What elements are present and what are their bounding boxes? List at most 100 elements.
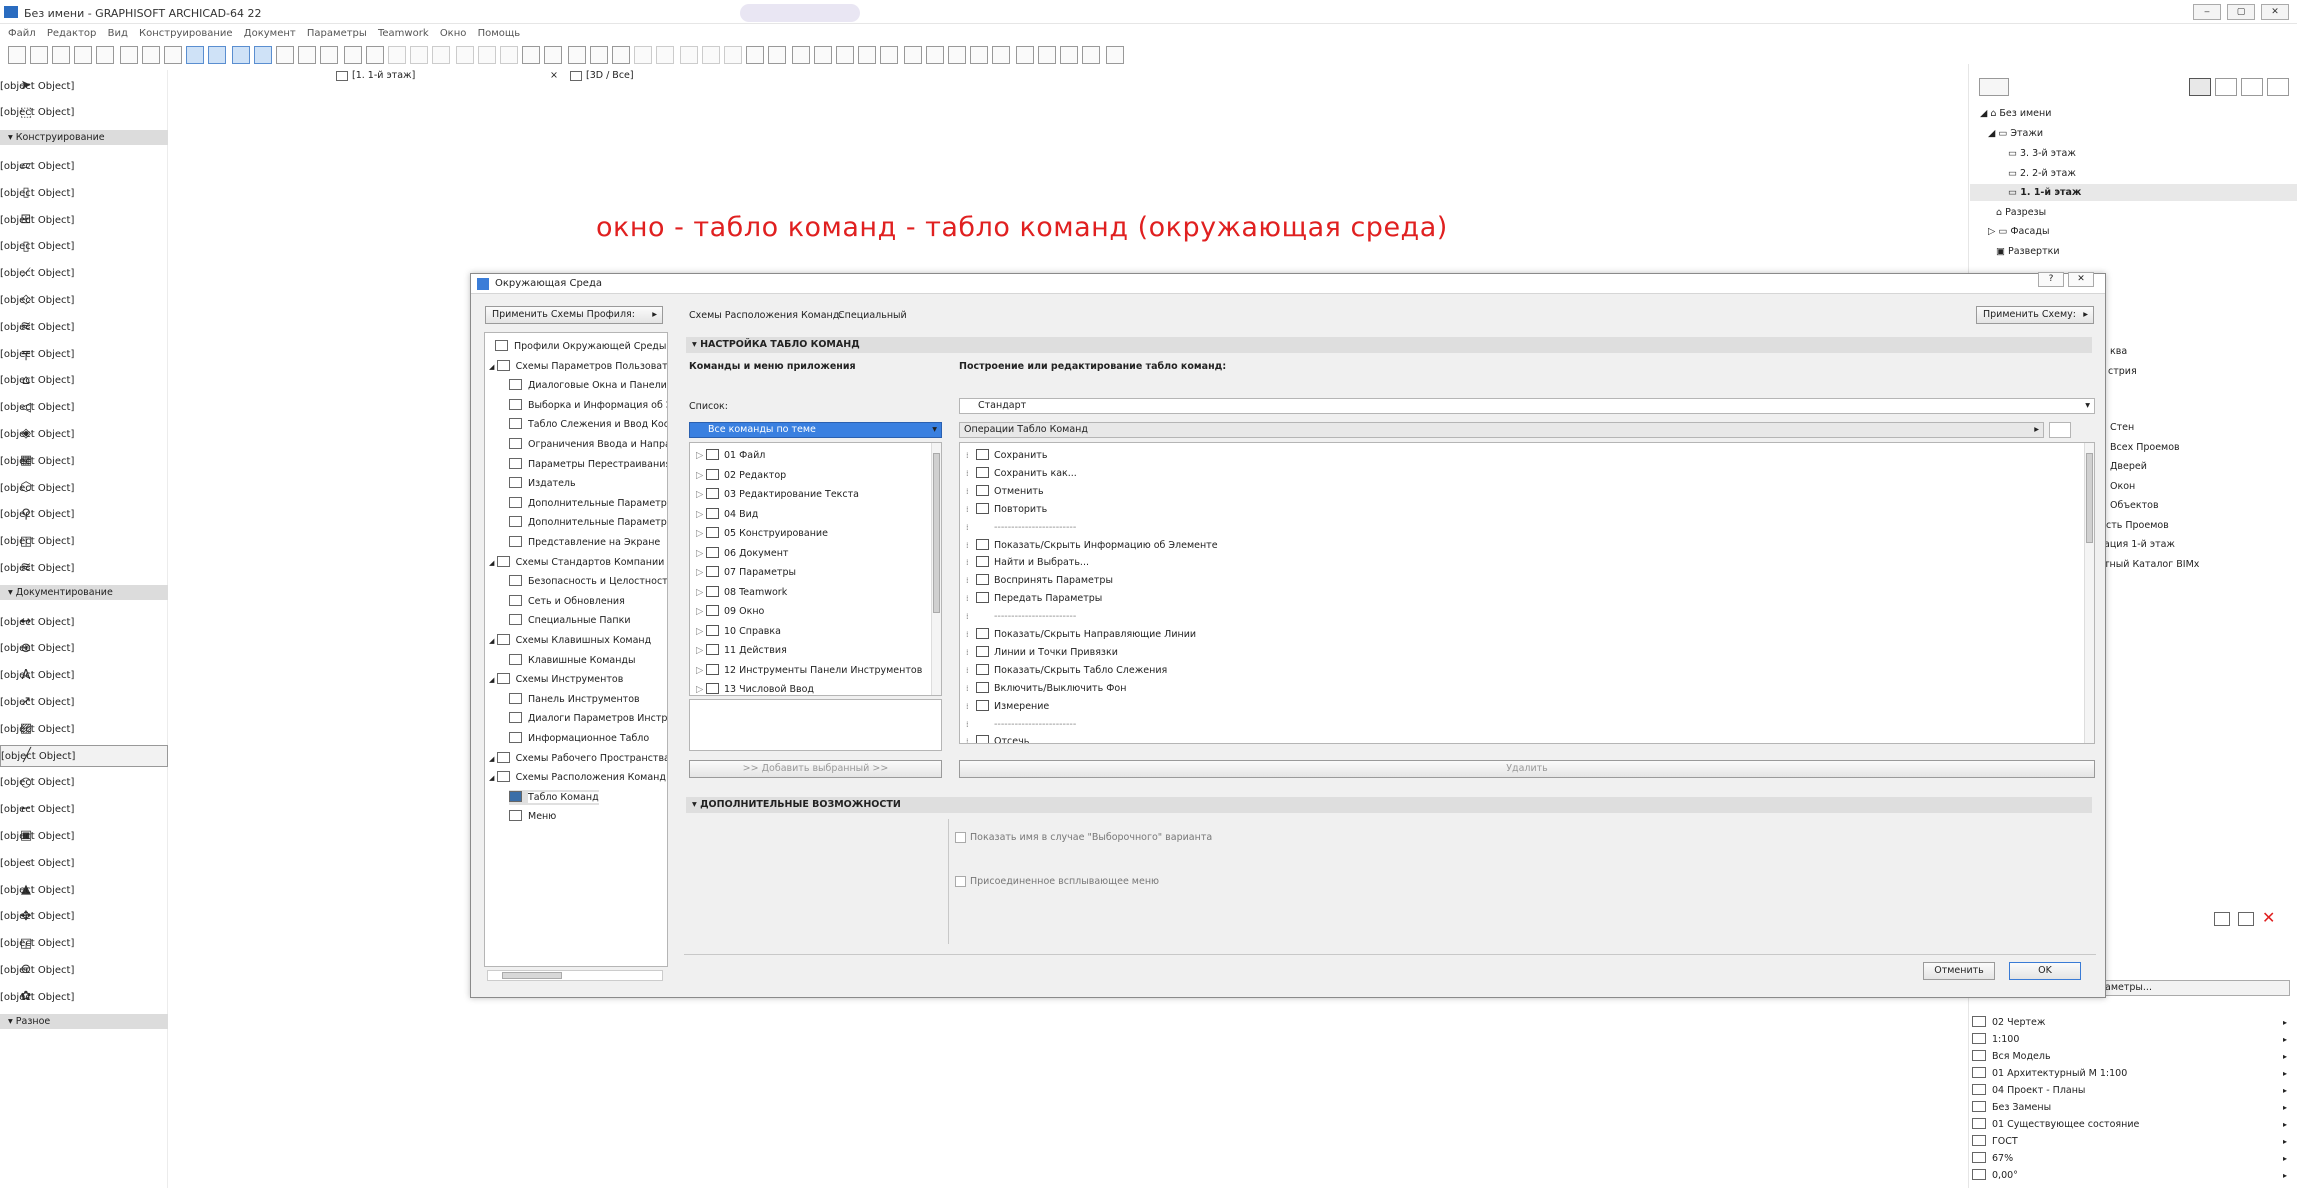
tree-item[interactable]: Безопасность и Целостность Данных [509, 574, 667, 589]
tree-item[interactable]: Выборка и Информация об Элементе [509, 398, 667, 413]
tree-item[interactable]: Ограничения Ввода и Направляющие [509, 437, 667, 452]
tool-shell[interactable]: ◁ [object Object] [0, 397, 168, 419]
tool-object[interactable]: ⚲ [object Object] [0, 504, 168, 526]
toolbar-button-icon[interactable] [30, 46, 48, 64]
toolbar-button-icon[interactable] [926, 46, 944, 64]
view-property-item[interactable]: 04 Проект - Планы ▸ [1972, 1083, 2287, 1099]
maximize-button[interactable]: ▢ [2227, 4, 2255, 20]
toolbar-button-icon[interactable] [904, 46, 922, 64]
tree-item[interactable]: ◢ Схемы Параметров Пользователя [489, 359, 667, 374]
new-toolbar-icon[interactable] [2049, 422, 2071, 438]
tree-item[interactable]: Диалоги Параметров Инструментов [509, 711, 667, 726]
tool-stair[interactable]: ≋ [object Object] [0, 316, 168, 338]
dialog-close-button[interactable]: ✕ [2068, 272, 2094, 287]
tool-dimension[interactable]: ↔ [object Object] [0, 611, 168, 633]
toolbar-button-icon[interactable] [992, 46, 1010, 64]
commands-scrollbar[interactable] [931, 443, 941, 695]
publisher-sets-icon[interactable] [2267, 78, 2289, 96]
toolbar-button-icon[interactable] [410, 46, 428, 64]
toolbar-item[interactable]: ⁞ Показать/Скрыть Табло Слежения [966, 663, 1167, 677]
toolbar-button-icon[interactable] [254, 46, 272, 64]
commands-scroll-thumb[interactable] [933, 453, 940, 613]
menu-teamwork[interactable]: Teamwork [378, 25, 429, 42]
tree-item[interactable]: Панель Инструментов [509, 692, 640, 707]
nav-partial-9[interactable]: ация 1-й этаж [2104, 537, 2175, 553]
tool-polyline[interactable]: ⌐ [object Object] [0, 799, 168, 821]
tool-marquee[interactable]: ⬚ [object Object] [0, 102, 168, 124]
toolbar-button-icon[interactable] [634, 46, 652, 64]
tool-curtain-wall[interactable]: ▦ [object Object] [0, 450, 168, 472]
tool-elevation[interactable]: ▲ [object Object] [0, 879, 168, 901]
toolbar-button-icon[interactable] [96, 46, 114, 64]
add-selected-button[interactable]: >> Добавить выбранный >> [689, 760, 942, 778]
toolbar-button-icon[interactable] [702, 46, 720, 64]
view-property-item[interactable]: 1:100 ▸ [1972, 1032, 2287, 1048]
toolbar-item[interactable]: ⁞ Отменить [966, 484, 1044, 498]
delete-view-icon[interactable]: ✕ [2262, 908, 2275, 927]
tool-wall[interactable]: ▱ [object Object] [0, 155, 168, 177]
toolbar-item[interactable]: ⁞ ------------------------ [966, 718, 1076, 731]
menu-design[interactable]: Конструирование [139, 25, 233, 42]
toolbar-button-icon[interactable] [1106, 46, 1124, 64]
menu-document[interactable]: Документ [244, 25, 296, 42]
tree-item[interactable]: ◢ Схемы Инструментов [489, 672, 623, 687]
toolbar-button-icon[interactable] [746, 46, 764, 64]
tree-h-scrollbar[interactable] [487, 970, 663, 981]
tool-level-dim[interactable]: ⊕ [object Object] [0, 638, 168, 660]
toolbar-item[interactable]: ⁞ Передать Параметры [966, 592, 1102, 605]
apply-scheme-button[interactable]: Применить Схему: ▸ [1976, 306, 2094, 324]
toolbar-item[interactable]: ⁞ Показать/Скрыть Информацию об Элементе [966, 538, 1218, 552]
tool-mesh[interactable]: ≋ [object Object] [0, 557, 168, 579]
toolbar-button-icon[interactable] [948, 46, 966, 64]
toolbar-button-icon[interactable] [768, 46, 786, 64]
view-property-item[interactable]: ГОСТ ▸ [1972, 1134, 2287, 1150]
tab-close-icon[interactable]: × [550, 68, 558, 84]
toolbar-button-icon[interactable] [792, 46, 810, 64]
nav-root[interactable]: ◢ ⌂ Без имени [1980, 106, 2051, 122]
command-category[interactable]: ▷ 09 Окно [696, 605, 764, 618]
tab-3d[interactable]: [3D / Все] [570, 68, 690, 84]
command-category[interactable]: ▷ 08 Teamwork [696, 585, 787, 599]
tree-item[interactable]: ◢ Схемы Рабочего Пространства [489, 751, 667, 766]
extra-options-header[interactable]: ▾ ДОПОЛНИТЕЛЬНЫЕ ВОЗМОЖНОСТИ [686, 797, 2092, 813]
toolbar-button-icon[interactable] [680, 46, 698, 64]
command-category[interactable]: ▷ 13 Числовой Ввод [696, 683, 814, 695]
dialog-help-button[interactable]: ? [2038, 272, 2064, 287]
command-category[interactable]: ▷ 01 Файл [696, 449, 765, 462]
minimize-button[interactable]: ‒ [2193, 4, 2221, 20]
nav-partial-6[interactable]: Окон [2110, 479, 2135, 495]
toolbar-button-icon[interactable] [320, 46, 338, 64]
tool-pointer[interactable]: ➤ [object Object] [0, 75, 168, 97]
layout-book-icon[interactable] [2241, 78, 2263, 96]
view-property-item[interactable]: Без Замены ▸ [1972, 1100, 2287, 1116]
cancel-button[interactable]: Отменить [1923, 962, 1995, 980]
tool-interior-elevation[interactable]: ✥ [object Object] [0, 906, 168, 928]
view-property-item[interactable]: 01 Существующее состояние ▸ [1972, 1117, 2287, 1133]
command-category[interactable]: ▷ 06 Документ [696, 546, 788, 560]
toolbar-item[interactable]: ⁞ Измерение [966, 699, 1049, 713]
section-misc[interactable]: ▾ Разное [0, 1014, 168, 1029]
toolbar-button-icon[interactable] [1038, 46, 1056, 64]
nav-partial-8[interactable]: сть Проемов [2106, 518, 2169, 534]
toolbar-button-icon[interactable] [522, 46, 540, 64]
nav-story-1[interactable]: ▭ 1. 1-й этаж [2008, 185, 2081, 201]
nav-partial-4[interactable]: Всех Проемов [2110, 440, 2180, 456]
view-property-item[interactable]: 67% ▸ [1972, 1151, 2287, 1167]
toolbar-item[interactable]: ⁞ Повторить [966, 502, 1047, 516]
tree-item[interactable]: Сеть и Обновления [509, 594, 625, 609]
toolbar-button-icon[interactable] [456, 46, 474, 64]
toolbar-item[interactable]: ⁞ Линии и Точки Привязки [966, 645, 1118, 659]
nav-partial-10[interactable]: тный Каталог BIMx [2104, 557, 2199, 573]
tool-zone[interactable]: ◫ [object Object] [0, 531, 168, 553]
toolbar-item[interactable]: ⁞ Включить/Выключить Фон [966, 681, 1126, 695]
nav-interior[interactable]: ▣ Развертки [1996, 244, 2060, 260]
menu-file[interactable]: Файл [8, 25, 36, 42]
tool-beam[interactable]: ⟋ [object Object] [0, 263, 168, 285]
toolbar-button-icon[interactable] [1016, 46, 1034, 64]
nav-elevations[interactable]: ▷ ▭ Фасады [1988, 224, 2049, 240]
delete-item-button[interactable]: Удалить [959, 760, 2095, 778]
toolbar-button-icon[interactable] [8, 46, 26, 64]
apply-profile-button[interactable]: Применить Схемы Профиля: ▸ [485, 306, 663, 324]
toolbar-setup-header[interactable]: ▾ НАСТРОЙКА ТАБЛО КОМАНД [686, 337, 2092, 353]
tool-line[interactable]: ╱ [object Object] [0, 745, 168, 767]
